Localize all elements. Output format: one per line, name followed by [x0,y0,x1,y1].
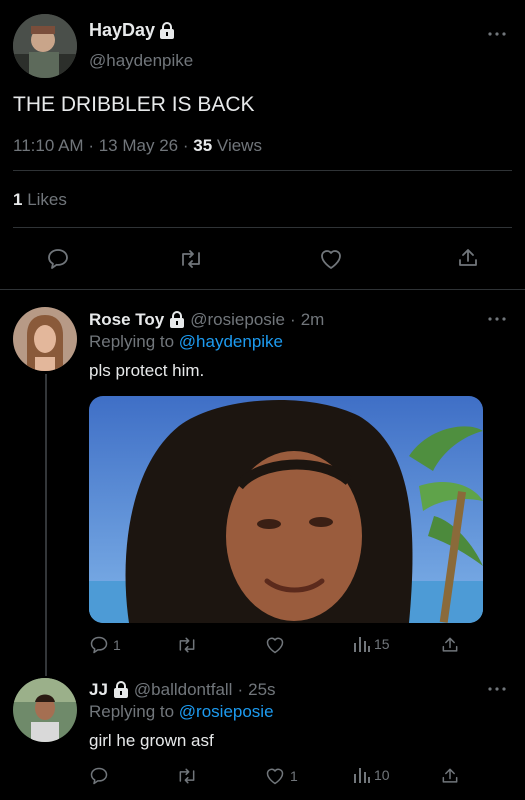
avatar[interactable] [13,678,77,742]
likes-stat[interactable]: 1 Likes [13,190,67,210]
retweet-icon[interactable] [176,766,198,786]
reply-button[interactable]: 1 [89,635,121,655]
thread-line [45,374,47,676]
like-icon [264,766,286,786]
timestamp: 2m [300,310,325,329]
mention-link[interactable]: @haydenpike [179,332,283,351]
like-count: 1 [290,768,298,784]
views-count: 10 [374,767,390,783]
lock-icon [159,21,175,40]
tweet-meta: 11:10 AM · 13 May 26 · 35 Views [13,136,262,155]
display-name[interactable]: JJ [89,680,108,700]
share-icon[interactable] [440,766,460,786]
tweet-date: 13 May 26 [98,136,179,155]
display-name[interactable]: HayDay [89,20,155,41]
share-icon[interactable] [440,635,460,655]
avatar[interactable] [13,307,77,371]
more-icon[interactable] [488,687,506,691]
handle[interactable]: @haydenpike [89,51,193,71]
reply-icon[interactable] [46,247,70,271]
more-icon[interactable] [488,317,506,321]
handle[interactable]: @rosieposie [190,310,285,330]
mention-link[interactable]: @rosieposie [179,702,274,721]
tweet-media[interactable] [89,396,483,623]
lock-icon [169,311,185,329]
reply-icon [89,635,109,655]
like-button[interactable]: 1 [264,766,298,786]
share-icon[interactable] [456,246,480,270]
likes-label: Likes [27,190,67,209]
tweet-text: THE DRIBBLER IS BACK [13,93,255,116]
views-icon [352,635,370,653]
views-button[interactable]: 10 [352,766,390,784]
retweet-icon[interactable] [178,247,204,271]
replying-to: Replying to @rosieposie [89,702,274,721]
like-icon[interactable] [318,247,344,271]
lock-icon [113,681,129,699]
tweet-text: pls protect him. [89,361,205,380]
more-icon[interactable] [488,32,506,36]
tweet-text: girl he grown asf [89,731,214,750]
views-count: 15 [374,636,390,652]
likes-count: 1 [13,190,23,209]
reply-icon[interactable] [89,766,109,786]
timestamp: 25s [248,680,276,699]
views-label: Views [216,136,262,155]
reply-count: 1 [113,637,121,653]
replying-to: Replying to @haydenpike [89,332,284,351]
like-icon[interactable] [264,635,286,655]
display-name[interactable]: Rose Toy [89,310,164,330]
tweet-time: 11:10 AM [13,136,84,155]
views-count: 35 [193,136,213,155]
views-icon [352,766,370,784]
retweet-icon[interactable] [176,635,198,655]
views-button[interactable]: 15 [352,635,390,653]
avatar[interactable] [13,14,77,78]
handle[interactable]: @balldontfall [134,680,233,700]
